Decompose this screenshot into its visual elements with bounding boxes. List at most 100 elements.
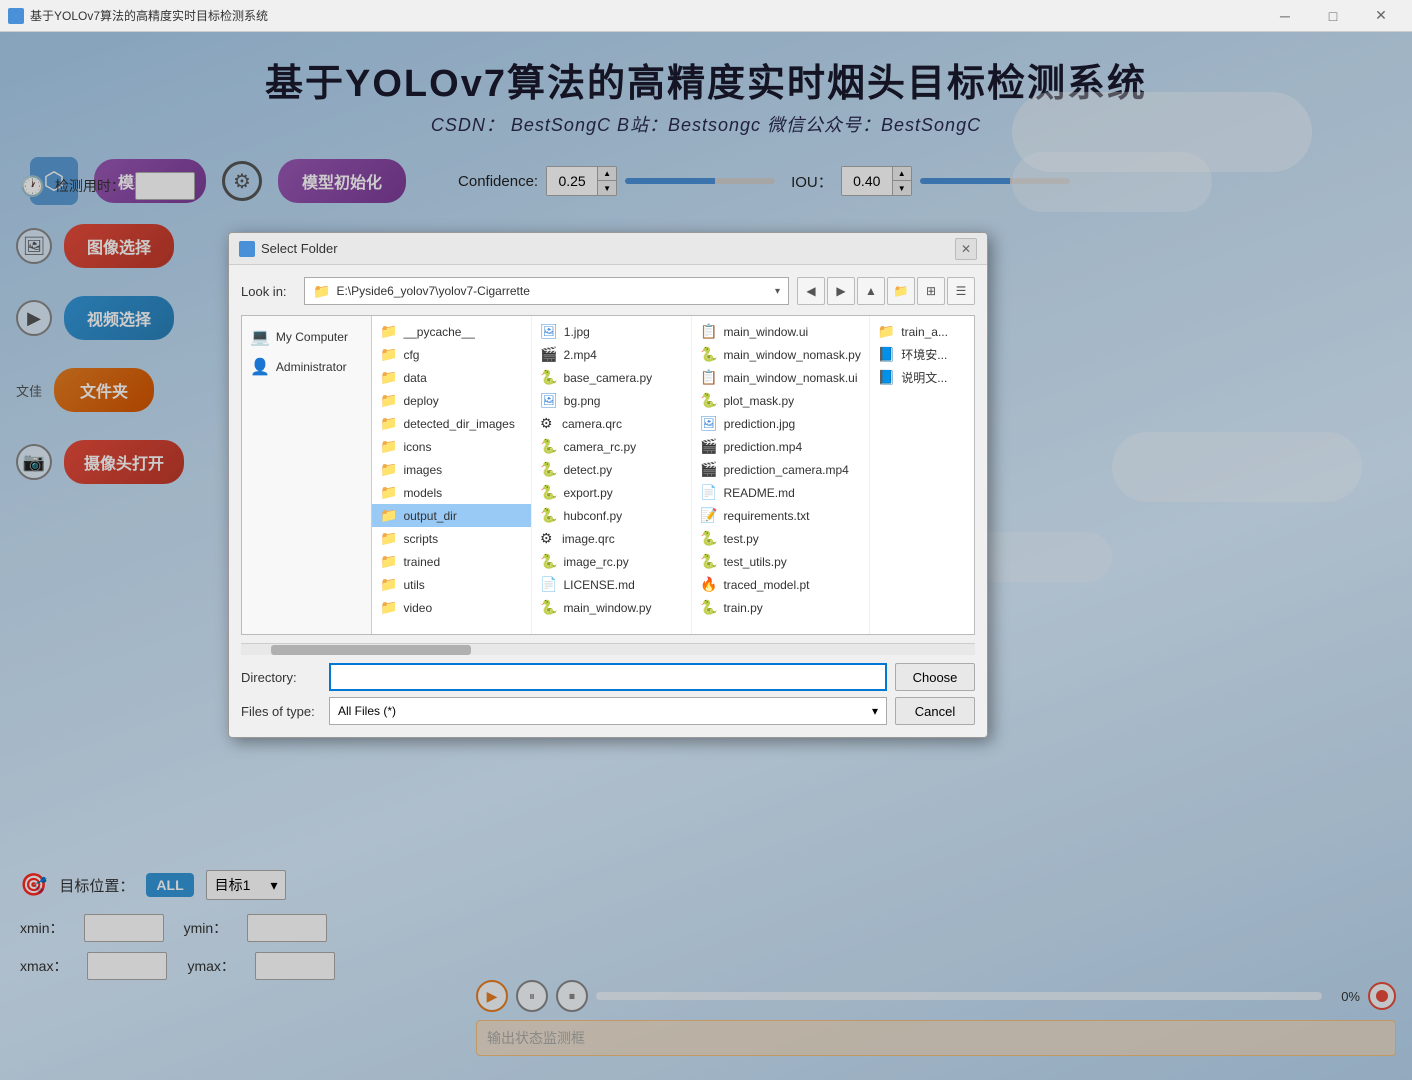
nav-back-button[interactable]: ◀ xyxy=(797,277,825,305)
close-button[interactable]: ✕ xyxy=(1358,0,1404,32)
list-item[interactable]: 📁 deploy xyxy=(372,389,531,412)
list-item[interactable]: 🖼bg.png xyxy=(532,389,691,412)
list-item[interactable]: 📁data xyxy=(372,366,531,389)
list-item[interactable]: 📁cfg xyxy=(372,343,531,366)
file-label: output_dir xyxy=(403,509,456,523)
tree-item-computer-label: My Computer xyxy=(276,330,348,344)
list-item[interactable]: 🐍main_window.py xyxy=(532,596,691,619)
list-item[interactable]: 📁__pycache__ xyxy=(372,320,531,343)
choose-button[interactable]: Choose xyxy=(895,663,975,691)
tree-item-administrator[interactable]: 👤 Administrator xyxy=(246,352,367,382)
file-label: utils xyxy=(403,578,424,592)
list-item[interactable]: 🎬prediction_camera.mp4 xyxy=(692,458,869,481)
file-label: prediction.mp4 xyxy=(723,440,802,454)
list-item[interactable]: 🐍detect.py xyxy=(532,458,691,481)
lookin-nav-buttons: ◀ ▶ ▲ 📁 ⊞ ☰ xyxy=(797,277,975,305)
list-item[interactable]: 🎬 prediction.mp4 xyxy=(692,435,869,458)
list-item[interactable]: 📁 icons xyxy=(372,435,531,458)
nav-new-folder-button[interactable]: 📁 xyxy=(887,277,915,305)
file-label: deploy xyxy=(403,394,438,408)
py-icon: 🐍 xyxy=(540,599,557,616)
title-bar-controls: ─ □ ✕ xyxy=(1262,0,1404,32)
nav-view-list-button[interactable]: ☰ xyxy=(947,277,975,305)
file-label: export.py xyxy=(563,486,612,500)
list-item[interactable]: ⚙camera.qrc xyxy=(532,412,691,435)
folder-icon: 📁 xyxy=(380,507,397,524)
list-item[interactable]: 🐍export.py xyxy=(532,481,691,504)
list-item[interactable]: 🐍test.py xyxy=(692,527,869,550)
list-item[interactable]: 📘说明文... xyxy=(870,366,974,389)
folder-icon: 📁 xyxy=(380,599,397,616)
list-item[interactable]: 📋main_window_nomask.ui xyxy=(692,366,869,389)
nav-view-icons-button[interactable]: ⊞ xyxy=(917,277,945,305)
list-item[interactable]: ⚙image.qrc xyxy=(532,527,691,550)
list-item[interactable]: 📝requirements.txt xyxy=(692,504,869,527)
title-bar-left: 基于YOLOv7算法的高精度实时目标检测系统 xyxy=(8,7,268,24)
list-item[interactable]: 🐍camera_rc.py xyxy=(532,435,691,458)
list-item[interactable]: 🐍image_rc.py xyxy=(532,550,691,573)
list-item[interactable]: 🐍train.py xyxy=(692,596,869,619)
list-item[interactable]: 📁scripts xyxy=(372,527,531,550)
dialog-body: Look in: 📁 E:\Pyside6_yolov7\yolov7-Ciga… xyxy=(229,265,987,737)
list-item[interactable]: 🔥traced_model.pt xyxy=(692,573,869,596)
scrollbar-thumb[interactable] xyxy=(271,645,471,655)
dialog-titlebar: Select Folder ✕ xyxy=(229,233,987,265)
list-item[interactable]: 📁models xyxy=(372,481,531,504)
list-item[interactable]: 🎬2.mp4 xyxy=(532,343,691,366)
list-item[interactable]: 🐍base_camera.py xyxy=(532,366,691,389)
file-label: prediction_camera.mp4 xyxy=(723,463,848,477)
maximize-button[interactable]: □ xyxy=(1310,0,1356,32)
list-item[interactable]: 📘环境安... xyxy=(870,343,974,366)
file-label: prediction.jpg xyxy=(724,417,795,431)
select-folder-dialog: Select Folder ✕ Look in: 📁 E:\Pyside6_yo… xyxy=(228,232,988,738)
tree-item-admin-label: Administrator xyxy=(276,360,347,374)
lookin-path-display[interactable]: 📁 E:\Pyside6_yolov7\yolov7-Cigarrette ▾ xyxy=(304,277,789,305)
list-item[interactable]: 📁video xyxy=(372,596,531,619)
qrc-icon: ⚙ xyxy=(540,530,556,547)
filetype-select[interactable]: All Files (*) ▾ xyxy=(329,697,887,725)
nav-up-button[interactable]: ▲ xyxy=(857,277,885,305)
list-item[interactable]: 📁train_a... xyxy=(870,320,974,343)
list-item[interactable]: 📄README.md xyxy=(692,481,869,504)
list-item[interactable]: 🐍plot_mask.py xyxy=(692,389,869,412)
list-item[interactable]: 📁 output_dir xyxy=(372,504,531,527)
directory-row: Directory: Choose xyxy=(241,663,975,691)
list-item[interactable]: 🐍hubconf.py xyxy=(532,504,691,527)
file-label: detect.py xyxy=(563,463,612,477)
file-label: cfg xyxy=(403,348,419,362)
filetype-dropdown-arrow: ▾ xyxy=(872,704,878,718)
list-item[interactable]: 📋main_window.ui xyxy=(692,320,869,343)
nav-forward-button[interactable]: ▶ xyxy=(827,277,855,305)
py-icon: 🐍 xyxy=(540,553,557,570)
title-bar: 基于YOLOv7算法的高精度实时目标检测系统 ─ □ ✕ xyxy=(0,0,1412,32)
file-scroll-area[interactable]: 📁__pycache__ 📁cfg 📁data 📁deploy 📁detecte… xyxy=(372,316,974,634)
list-item[interactable]: 📄LICENSE.md xyxy=(532,573,691,596)
list-item[interactable]: 🖼prediction.jpg xyxy=(692,412,869,435)
folder-icon: 📁 xyxy=(380,461,397,478)
folder-icon: 📁 xyxy=(380,369,397,386)
file-label: bg.png xyxy=(564,394,601,408)
folder-icon: 📁 xyxy=(380,438,397,455)
mp4-icon: 🎬 xyxy=(540,346,557,363)
list-item[interactable]: 🐍test_utils.py xyxy=(692,550,869,573)
file-list-panel[interactable]: 📁__pycache__ 📁cfg 📁data 📁deploy 📁detecte… xyxy=(372,316,974,634)
folder-icon: 📁 xyxy=(380,392,397,409)
file-label: test.py xyxy=(723,532,758,546)
mp4-icon: 🎬 xyxy=(700,438,717,455)
list-item[interactable]: 🐍main_window_nomask.py xyxy=(692,343,869,366)
dialog-close-button[interactable]: ✕ xyxy=(955,238,977,260)
list-item[interactable]: 📁trained xyxy=(372,550,531,573)
cancel-button[interactable]: Cancel xyxy=(895,697,975,725)
tree-item-my-computer[interactable]: 💻 My Computer xyxy=(246,322,367,352)
lookin-path-dropdown-arrow: ▾ xyxy=(775,286,780,297)
file-column-4: 📁train_a... 📘环境安... 📘说明文... xyxy=(870,316,974,634)
list-item[interactable]: 📁images xyxy=(372,458,531,481)
minimize-button[interactable]: ─ xyxy=(1262,0,1308,32)
list-item[interactable]: 📁utils xyxy=(372,573,531,596)
list-item[interactable]: 📁detected_dir_images xyxy=(372,412,531,435)
list-item[interactable]: 🖼1.jpg xyxy=(532,320,691,343)
horizontal-scrollbar[interactable] xyxy=(241,643,975,655)
directory-input[interactable] xyxy=(329,663,887,691)
file-label: icons xyxy=(403,440,431,454)
txt-icon: 📝 xyxy=(700,507,717,524)
